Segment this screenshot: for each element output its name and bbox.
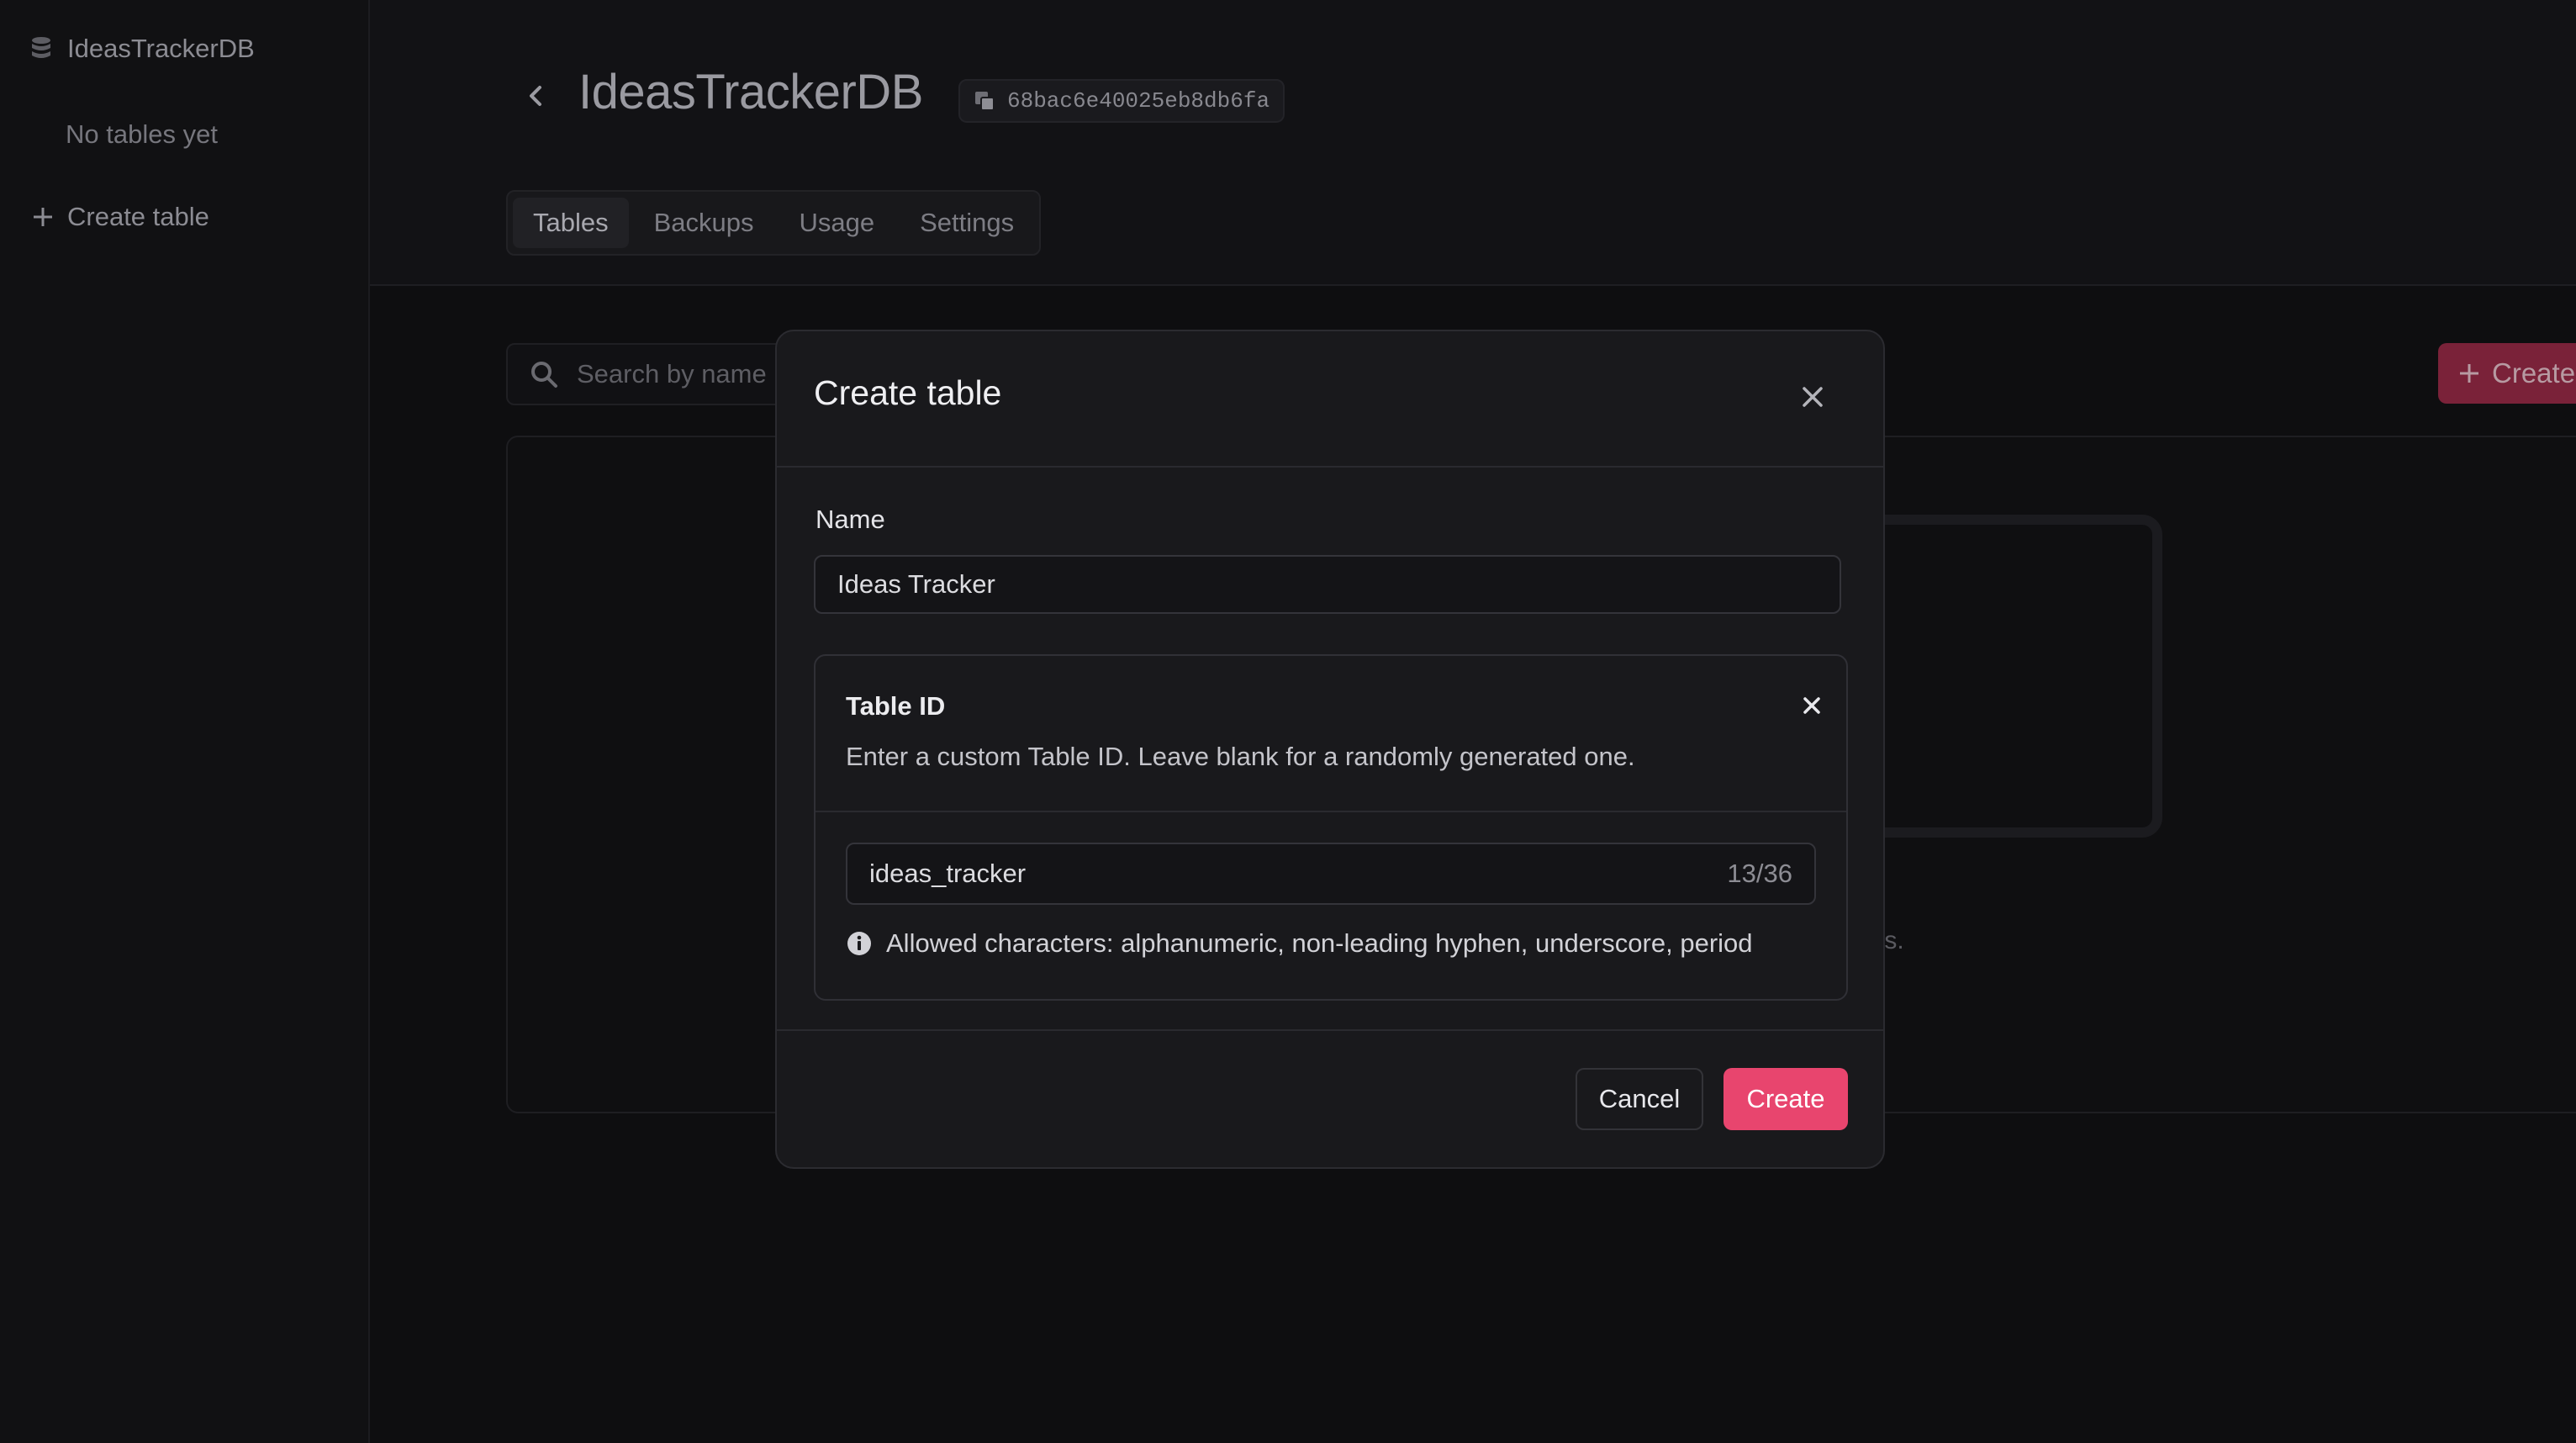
table-id-hint-text: Allowed characters: alphanumeric, non-le…	[886, 928, 1753, 958]
close-icon	[1803, 697, 1820, 714]
table-id-field: 13/36	[846, 843, 1816, 905]
create-button[interactable]: Create	[1723, 1068, 1848, 1130]
chevron-left-icon	[530, 86, 541, 106]
sidebar-create-table-label: Create table	[67, 202, 209, 231]
tab-backups[interactable]: Backups	[634, 198, 774, 248]
create-table-dialog: Create table Name Table ID Enter a custo…	[775, 330, 1885, 1169]
tab-settings[interactable]: Settings	[900, 198, 1034, 248]
table-id-title: Table ID	[846, 691, 946, 721]
table-id-divider	[816, 811, 1846, 812]
info-icon	[847, 932, 871, 955]
sidebar-database-item[interactable]: IdeasTrackerDB	[30, 34, 255, 64]
database-id-copy-chip[interactable]: 68bac6e40025eb8db6fa	[958, 79, 1285, 123]
sidebar-database-name: IdeasTrackerDB	[67, 34, 255, 63]
create-table-button-label: Create	[2492, 357, 2576, 388]
close-icon	[1803, 387, 1823, 407]
plus-icon	[2460, 364, 2478, 383]
search-icon	[531, 362, 557, 388]
create-table-button[interactable]: Create	[2438, 343, 2576, 404]
copy-icon	[975, 92, 995, 111]
plus-icon	[34, 208, 52, 226]
table-id-hint: Allowed characters: alphanumeric, non-le…	[846, 928, 1753, 959]
sidebar-create-table-button[interactable]: Create table	[32, 202, 209, 232]
table-id-input[interactable]	[847, 844, 1728, 903]
cancel-button[interactable]: Cancel	[1576, 1068, 1703, 1130]
database-icon	[32, 37, 50, 58]
name-label: Name	[816, 505, 885, 534]
search-placeholder: Search by name	[577, 359, 767, 388]
empty-state-illustration	[1850, 515, 2162, 838]
dialog-close-button[interactable]	[1794, 378, 1831, 415]
dialog-footer-divider	[777, 1029, 1883, 1031]
sidebar: IdeasTrackerDB No tables yet Create tabl…	[0, 0, 370, 1443]
tab-tables[interactable]: Tables	[513, 198, 629, 248]
table-id-close-button[interactable]	[1797, 691, 1826, 720]
tab-bar: Tables Backups Usage Settings	[506, 190, 1042, 256]
table-id-section: Table ID Enter a custom Table ID. Leave …	[814, 654, 1848, 1001]
sidebar-empty-state: No tables yet	[66, 119, 218, 149]
dialog-title: Create table	[814, 373, 1002, 412]
name-input[interactable]	[814, 555, 1841, 614]
table-id-character-counter: 13/36	[1727, 859, 1792, 888]
tab-usage[interactable]: Usage	[779, 198, 895, 248]
database-id: 68bac6e40025eb8db6fa	[1007, 88, 1270, 114]
table-id-description: Enter a custom Table ID. Leave blank for…	[846, 742, 1635, 771]
back-button[interactable]	[521, 77, 552, 119]
page-title: IdeasTrackerDB	[578, 65, 923, 119]
